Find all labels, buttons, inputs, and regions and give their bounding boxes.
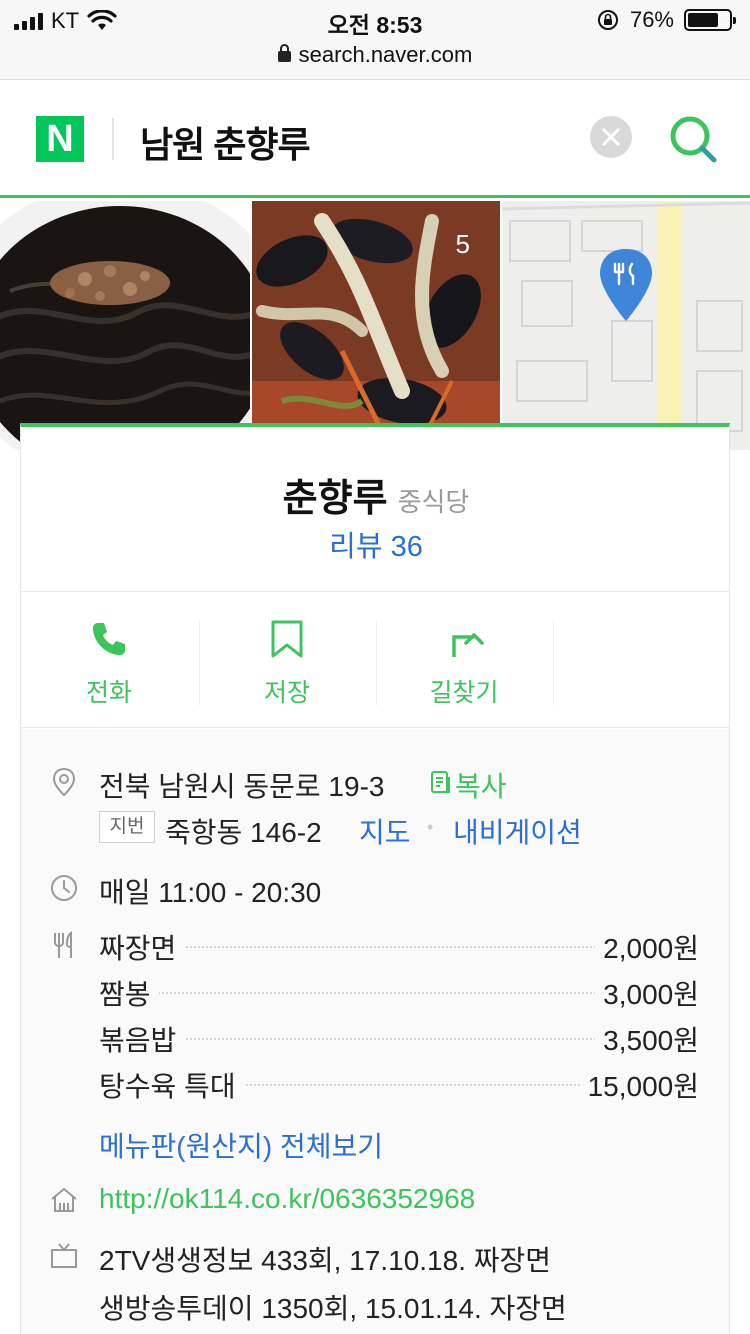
url-text: search.naver.com xyxy=(298,42,473,67)
map-link[interactable]: 지도 xyxy=(359,811,411,851)
action-divider xyxy=(553,621,554,705)
place-info: 전북 남원시 동문로 19-3 복사 지번 죽항동 146-2 지도 • 내비게… xyxy=(21,729,729,1334)
map-thumbnail[interactable] xyxy=(502,201,750,450)
menu-item-price: 3,500원 xyxy=(595,1019,699,1059)
menu-item-name: 볶음밥 xyxy=(99,1019,185,1059)
search-button[interactable] xyxy=(666,112,720,166)
photo-count: 5 xyxy=(455,229,470,259)
menu-item: 탕수육 특대 15,000원 xyxy=(99,1065,699,1105)
close-icon xyxy=(602,128,620,146)
menu-item: 짜장면 2,000원 xyxy=(99,927,699,967)
jibun-badge: 지번 xyxy=(99,811,155,843)
menu-item-name: 짜장면 xyxy=(99,927,185,967)
divider xyxy=(21,591,729,592)
link-separator: • xyxy=(427,817,434,837)
search-header: N 남원 춘향루 xyxy=(0,80,750,198)
call-label: 전화 xyxy=(85,679,132,707)
location-pin-icon xyxy=(52,767,76,797)
photo-strip: 5 xyxy=(0,201,750,450)
search-icon xyxy=(670,116,717,163)
phone-icon xyxy=(93,623,125,655)
search-query[interactable]: 남원 춘향루 xyxy=(140,116,311,168)
homepage-link[interactable]: http://ok114.co.kr/0636352968 xyxy=(99,1183,475,1215)
photo-jjamppong[interactable]: 5 xyxy=(252,201,500,450)
tv-icon xyxy=(51,1243,77,1268)
map-image xyxy=(502,201,750,450)
save-button[interactable]: 저장 xyxy=(199,593,375,727)
place-title: 춘향루 중식당 xyxy=(21,467,731,522)
clock-icon xyxy=(51,875,77,901)
bookmark-icon xyxy=(271,620,303,658)
battery-percent: 76% xyxy=(629,7,674,32)
tv-appearance: 생방송투데이 1350회, 15.01.14. 자장면 xyxy=(99,1293,567,1324)
directions-label: 길찾기 xyxy=(429,679,499,707)
call-button[interactable]: 전화 xyxy=(21,593,197,727)
utensils-icon xyxy=(54,931,72,958)
tv-appearance: 2TV생생정보 433회, 17.10.18. 짜장면 xyxy=(99,1245,552,1276)
save-label: 저장 xyxy=(263,679,310,707)
jajangmyeon-image xyxy=(0,201,250,450)
menu-item-price: 2,000원 xyxy=(595,927,699,967)
clear-button[interactable] xyxy=(590,116,632,158)
place-category: 중식당 xyxy=(397,487,470,517)
jibun-address: 죽항동 146-2 xyxy=(165,817,322,848)
battery-fill xyxy=(688,13,719,27)
copy-button[interactable]: 복사 xyxy=(455,765,507,805)
navigation-link[interactable]: 내비게이션 xyxy=(453,811,582,851)
photo-jajangmyeon[interactable] xyxy=(0,201,250,450)
menu-item-name: 짬봉 xyxy=(99,973,159,1013)
orientation-lock-icon xyxy=(597,10,618,30)
home-icon xyxy=(51,1187,77,1212)
url-bar[interactable]: search.naver.com xyxy=(0,40,750,80)
header-divider xyxy=(112,118,114,160)
divider xyxy=(21,727,729,728)
status-bar: KT 오전 8:53 76% xyxy=(0,0,750,40)
place-name[interactable]: 춘향루 xyxy=(283,478,388,520)
lock-icon xyxy=(277,44,291,62)
address: 전북 남원시 동문로 19-3 xyxy=(99,771,385,802)
menu-more-link[interactable]: 메뉴판(원산지) 전체보기 xyxy=(99,1125,383,1165)
directions-icon xyxy=(452,633,484,657)
business-hours: 매일 11:00 - 20:30 xyxy=(99,877,322,908)
menu-item: 짬봉 3,000원 xyxy=(99,973,699,1013)
battery-icon xyxy=(684,9,736,31)
status-right: 76% xyxy=(596,7,736,33)
naver-logo[interactable]: N xyxy=(36,116,84,162)
menu-item: 볶음밥 3,500원 xyxy=(99,1019,699,1059)
action-bar: 전화 저장 길찾기 xyxy=(21,593,729,727)
place-card: 춘향루 중식당 리뷰 36 전화 저장 길찾기 전북 남원시 동문로 19-3 … xyxy=(20,423,730,1334)
directions-button[interactable]: 길찾기 xyxy=(376,593,552,727)
menu-item-price: 15,000원 xyxy=(579,1065,699,1105)
menu-item-name: 탕수육 특대 xyxy=(99,1065,244,1105)
review-link[interactable]: 리뷰 36 xyxy=(21,523,731,565)
menu-item-price: 3,000원 xyxy=(595,973,699,1013)
copy-icon xyxy=(431,771,450,793)
